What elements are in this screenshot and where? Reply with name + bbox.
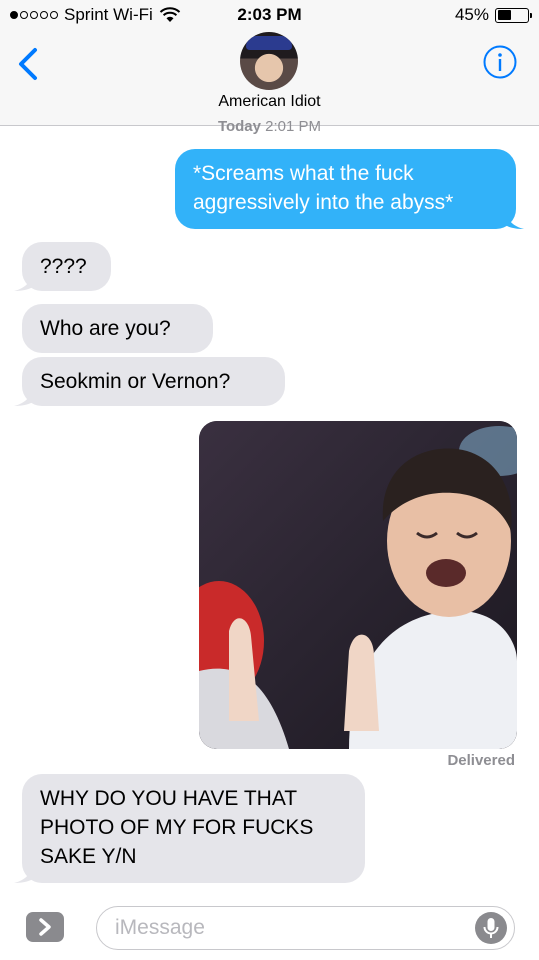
bubble-tail <box>14 863 36 883</box>
bubble-tail <box>502 209 524 229</box>
bubble-tail <box>14 271 36 291</box>
outgoing-message-bubble[interactable]: *Screams what the fuck aggressively into… <box>175 149 524 229</box>
delivery-status: Delivered <box>447 752 515 769</box>
status-right: 45% <box>454 5 532 25</box>
photo-image <box>199 421 517 749</box>
battery-percent: 45% <box>454 5 489 24</box>
incoming-message-bubble[interactable]: WHY DO YOU HAVE THAT PHOTO OF MY FOR FUC… <box>14 774 365 883</box>
battery-icon <box>495 7 532 23</box>
bubble-tail <box>14 386 36 406</box>
info-icon[interactable] <box>483 45 517 79</box>
expand-apps-button[interactable] <box>26 912 64 942</box>
contact-avatar[interactable] <box>240 32 298 90</box>
conversation-header: American Idiot <box>0 30 539 126</box>
message-text: ???? <box>40 255 87 278</box>
outgoing-photo-message[interactable] <box>199 421 517 749</box>
timestamp-time: 2:01 PM <box>265 118 322 135</box>
incoming-message-bubble[interactable]: Who are you? <box>22 304 213 353</box>
message-input-placeholder: iMessage <box>115 916 205 939</box>
message-text: Seokmin or Vernon? <box>40 370 231 393</box>
status-bar: Sprint Wi-Fi 2:03 PM 45% <box>0 0 539 30</box>
message-text: Who are you? <box>40 317 171 340</box>
message-composer: iMessage <box>0 898 539 960</box>
avatar-hat <box>246 36 292 50</box>
incoming-message-bubble[interactable]: Seokmin or Vernon? <box>14 357 285 406</box>
microphone-icon <box>483 918 499 938</box>
chevron-left-icon[interactable] <box>14 44 44 84</box>
incoming-message-bubble[interactable]: ???? <box>14 242 111 291</box>
contact-name[interactable]: American Idiot <box>0 93 539 111</box>
timestamp-day: Today <box>217 118 261 135</box>
message-text: *Screams what the fuck aggressively into… <box>193 162 454 214</box>
message-text: WHY DO YOU HAVE THAT PHOTO OF MY FOR FUC… <box>40 787 314 868</box>
message-input[interactable]: iMessage <box>96 906 515 950</box>
chevron-right-icon <box>39 918 51 936</box>
dictation-button[interactable] <box>475 912 507 944</box>
message-timestamp: Today 2:01 PM <box>0 118 539 135</box>
